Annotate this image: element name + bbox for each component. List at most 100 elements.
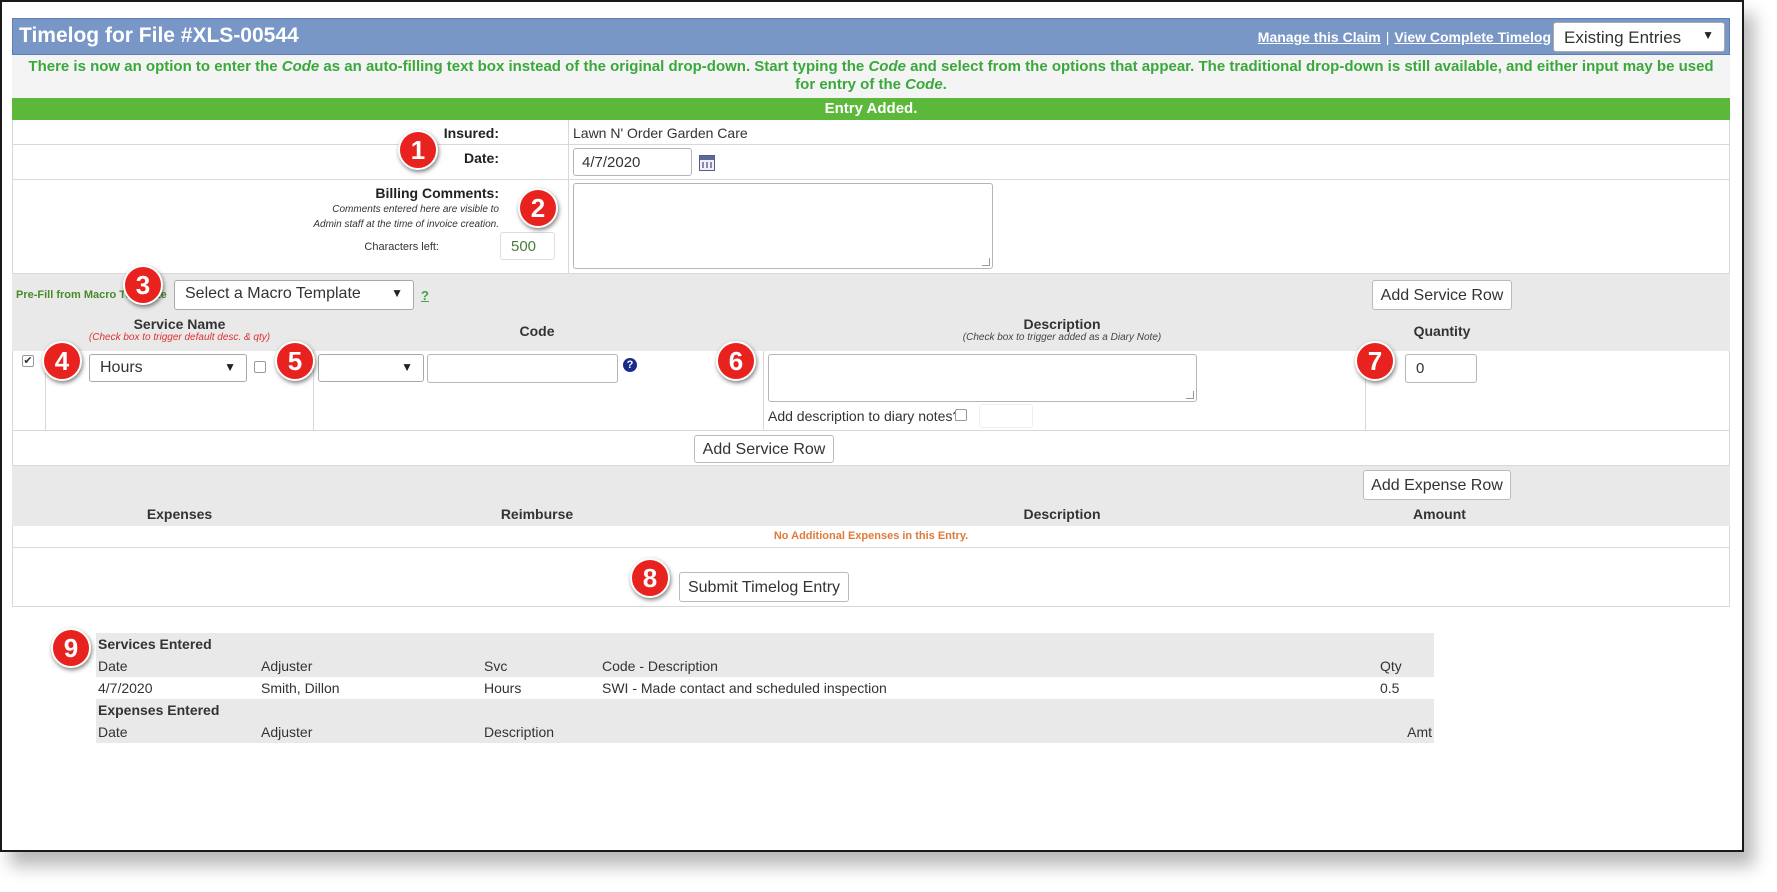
- dropdown-caret-icon: ▼: [1702, 28, 1714, 42]
- column-divider: [763, 351, 764, 430]
- expenses-col-description: Description: [484, 724, 555, 740]
- service-table-header: Service Name (Check box to trigger defau…: [12, 316, 1730, 351]
- services-entry-row: 4/7/2020 Smith, Dillon Hours SWI - Made …: [96, 677, 1434, 699]
- notice-text-1: There is now an option to enter the: [28, 58, 282, 75]
- service-name-value: Hours: [100, 359, 143, 376]
- title-bar: Timelog for File #XLS-00544 Manage this …: [12, 18, 1730, 55]
- code-help-icon[interactable]: ?: [623, 358, 637, 372]
- notice-code-1: Code: [281, 58, 320, 75]
- description-textarea[interactable]: [768, 354, 1197, 402]
- billing-note-1: Comments entered here are visible to: [332, 204, 499, 215]
- characters-left-label: Characters left:: [364, 241, 439, 253]
- dropdown-caret-icon: ▼: [391, 286, 403, 300]
- service-name-header-text: Service Name: [133, 316, 226, 332]
- expenses-entered-title: Expenses Entered: [98, 702, 220, 718]
- column-divider: [568, 145, 569, 179]
- services-col-svc: Svc: [484, 658, 508, 674]
- services-entered-title: Services Entered: [98, 636, 212, 652]
- timelog-panel: Timelog for File #XLS-00544 Manage this …: [12, 18, 1730, 607]
- add-service-row-button[interactable]: Add Service Row: [694, 435, 834, 463]
- description-header-note: (Check box to trigger added as a Diary N…: [962, 332, 1162, 343]
- services-col-adjuster: Adjuster: [261, 658, 313, 674]
- entry-adjuster: Smith, Dillon: [261, 680, 340, 696]
- expenses-empty-row: No Additional Expenses in this Entry.: [12, 526, 1730, 548]
- column-divider: [568, 120, 569, 144]
- date-label: Date:: [463, 150, 499, 166]
- calendar-icon[interactable]: [699, 155, 715, 171]
- diary-notes-label: Add description to diary notes?: [768, 408, 961, 424]
- existing-entries-select[interactable]: Existing Entries ▼: [1553, 22, 1725, 52]
- manage-claim-link[interactable]: Manage this Claim: [1258, 29, 1381, 45]
- expenses-col-amt: Amt: [1407, 724, 1432, 740]
- reimburse-column-header: Reimburse: [500, 506, 574, 522]
- default-desc-checkbox[interactable]: [254, 361, 266, 373]
- service-name-header: Service Name (Check box to trigger defau…: [42, 316, 317, 343]
- add-expense-row-button[interactable]: Add Expense Row: [1363, 470, 1511, 500]
- notice-text-4: .: [942, 76, 947, 93]
- macro-row: Pre-Fill from Macro Template Select a Ma…: [12, 274, 1730, 316]
- top-links: Manage this Claim | View Complete Timelog: [1258, 29, 1551, 45]
- date-input[interactable]: 4/7/2020: [573, 148, 692, 176]
- macro-template-select[interactable]: Select a Macro Template ▼: [174, 280, 414, 310]
- expenses-column-header: Expenses: [146, 506, 213, 522]
- expenses-entered-title-row: Expenses Entered: [96, 699, 1434, 721]
- billing-note-2: Admin staff at the time of invoice creat…: [313, 219, 499, 230]
- services-entered-title-row: Services Entered: [96, 633, 1434, 655]
- callout-badge-6: 6: [716, 341, 756, 381]
- macro-help-link[interactable]: ?: [421, 288, 429, 303]
- code-autofill-input[interactable]: [427, 354, 618, 383]
- services-col-qty: Qty: [1380, 658, 1402, 674]
- notice-text-2: as an auto-filling text box instead of t…: [319, 58, 869, 75]
- characters-left-value: 500: [500, 232, 555, 260]
- entry-date: 4/7/2020: [98, 680, 153, 696]
- entry-code-description: SWI - Made contact and scheduled inspect…: [602, 680, 887, 696]
- view-timelog-link[interactable]: View Complete Timelog: [1394, 29, 1551, 45]
- description-header: Description (Check box to trigger added …: [772, 316, 1352, 343]
- callout-badge-1: 1: [398, 130, 438, 170]
- billing-comments-textarea[interactable]: [573, 183, 993, 269]
- expenses-empty-message: No Additional Expenses in this Entry.: [773, 530, 969, 542]
- add-service-row-button-top[interactable]: Add Service Row: [1372, 280, 1512, 310]
- services-col-code: Code - Description: [602, 658, 718, 674]
- amount-column-header: Amount: [1413, 506, 1466, 522]
- column-divider: [568, 180, 569, 273]
- callout-badge-8: 8: [630, 558, 670, 598]
- services-col-date: Date: [98, 658, 128, 674]
- callout-badge-5: 5: [275, 341, 315, 381]
- code-header: Code: [519, 323, 555, 339]
- diary-notes-checkbox[interactable]: [955, 409, 967, 421]
- macro-template-value: Select a Macro Template: [185, 285, 361, 302]
- service-name-header-note: (Check box to trigger default desc. & qt…: [88, 332, 271, 343]
- timelog-window: Timelog for File #XLS-00544 Manage this …: [0, 0, 1744, 852]
- submit-row: Submit Timelog Entry: [12, 548, 1730, 607]
- expenses-col-adjuster: Adjuster: [261, 724, 313, 740]
- dropdown-caret-icon: ▼: [224, 360, 236, 374]
- dropdown-caret-icon: ▼: [401, 360, 413, 374]
- existing-entries-value: Existing Entries: [1564, 28, 1682, 47]
- callout-badge-7: 7: [1355, 341, 1395, 381]
- insured-label: Insured:: [443, 125, 499, 141]
- entry-qty: 0.5: [1380, 680, 1400, 696]
- resize-handle-icon[interactable]: [1186, 391, 1194, 399]
- page-title: Timelog for File #XLS-00544: [19, 24, 299, 47]
- resize-handle-icon[interactable]: [982, 258, 990, 266]
- quantity-input[interactable]: 0: [1405, 354, 1477, 383]
- expense-description-column-header: Description: [1023, 506, 1101, 522]
- service-name-select[interactable]: Hours ▼: [89, 354, 247, 382]
- service-row: ✔ Hours ▼ ▼ ? Add description to diary n…: [12, 351, 1730, 431]
- description-header-text: Description: [1023, 316, 1101, 332]
- submit-timelog-button[interactable]: Submit Timelog Entry: [679, 572, 849, 602]
- service-row-checkbox[interactable]: ✔: [22, 355, 34, 367]
- entry-svc: Hours: [484, 680, 522, 696]
- code-select[interactable]: ▼: [318, 354, 424, 382]
- expenses-header: Add Expense Row Expenses Reimburse Descr…: [12, 466, 1730, 526]
- billing-comments-label: Billing Comments:: [375, 185, 499, 201]
- add-service-row-container: Add Service Row: [12, 431, 1730, 466]
- status-banner: Entry Added.: [12, 98, 1730, 120]
- insured-row: Insured: Lawn N' Order Garden Care: [12, 120, 1730, 145]
- quantity-header: Quantity: [1413, 323, 1471, 339]
- billing-comments-row: Billing Comments: Comments entered here …: [12, 180, 1730, 274]
- services-header-row: Date Adjuster Svc Code - Description Qty: [96, 655, 1434, 677]
- code-input-notice: There is now an option to enter the Code…: [12, 55, 1730, 98]
- date-row: Date: 4/7/2020: [12, 145, 1730, 180]
